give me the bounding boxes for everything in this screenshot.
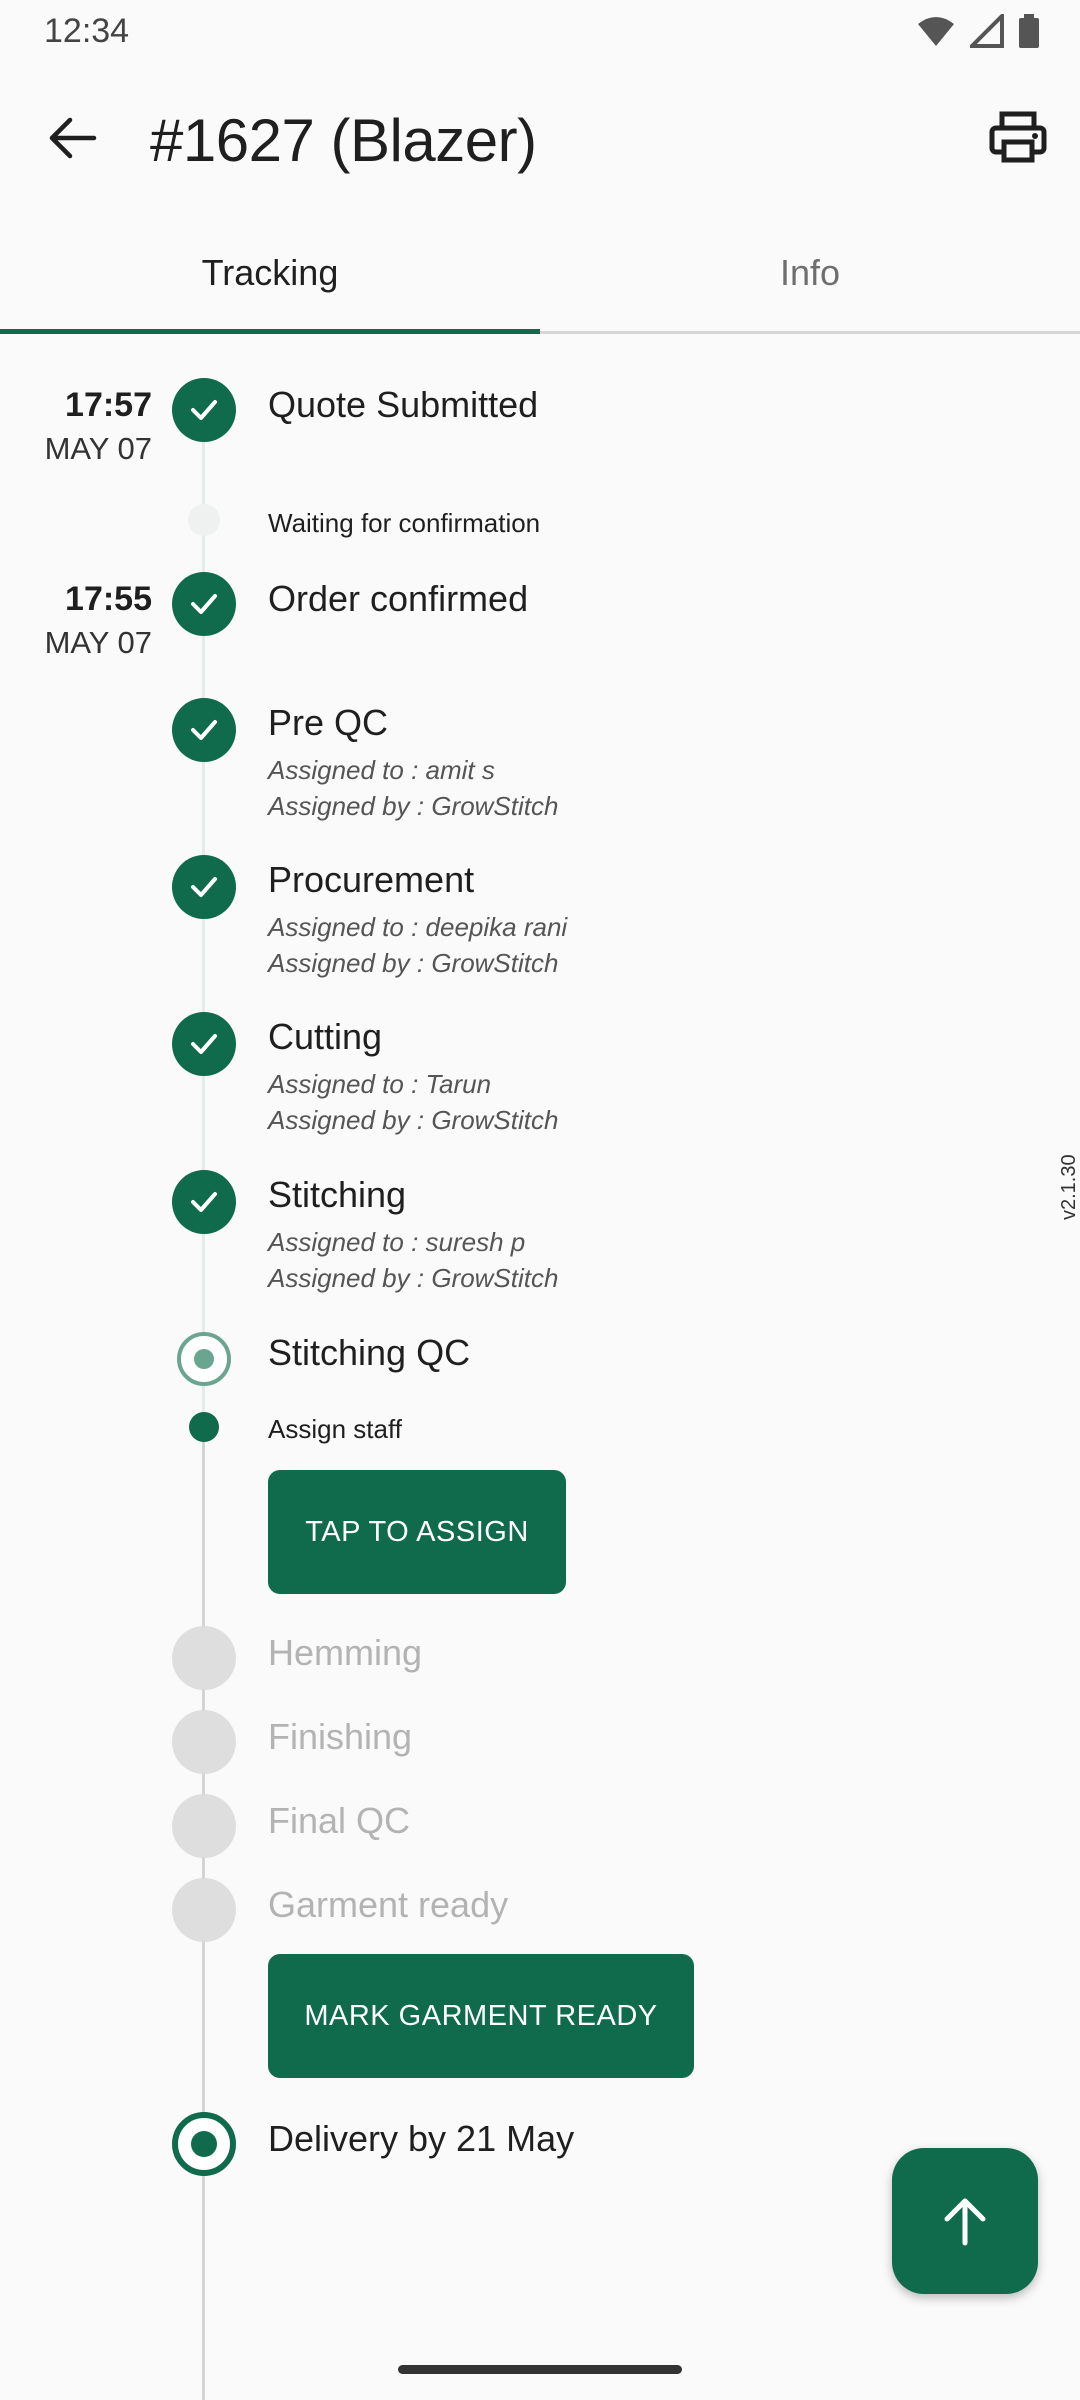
preqc-title: Pre QC bbox=[268, 702, 389, 743]
quote-check-node bbox=[172, 378, 236, 442]
procurement-assigned-by: Assigned by : GrowStitch bbox=[268, 948, 559, 978]
timeline-line-done bbox=[202, 406, 205, 1446]
status-bar: 12:34 bbox=[0, 0, 1080, 62]
garment-ready-title: Garment ready bbox=[268, 1884, 509, 1925]
tab-bar: Tracking Info bbox=[0, 212, 1080, 334]
mark-garment-ready-button[interactable]: MARK GARMENT READY bbox=[268, 1954, 694, 2078]
preqc-assigned-to: Assigned to : amit s bbox=[268, 755, 495, 785]
tab-tracking[interactable]: Tracking bbox=[0, 212, 540, 334]
printer-icon bbox=[989, 111, 1047, 163]
status-time: 12:34 bbox=[44, 12, 130, 50]
battery-icon bbox=[1019, 14, 1039, 48]
procurement-title: Procurement bbox=[268, 859, 475, 900]
finishing-node bbox=[172, 1710, 236, 1774]
confirmed-check-node bbox=[172, 572, 236, 636]
quote-time: 17:57 bbox=[65, 386, 152, 424]
arrow-back-icon bbox=[49, 117, 97, 159]
signal-icon bbox=[970, 14, 1004, 48]
app-bar: #1627 (Blazer) bbox=[0, 62, 1080, 212]
delivery-title: Delivery by 21 May bbox=[268, 2118, 575, 2159]
waiting-label: Waiting for confirmation bbox=[268, 508, 541, 538]
check-icon bbox=[191, 1192, 217, 1212]
hemming-node bbox=[172, 1626, 236, 1690]
status-icons bbox=[916, 14, 1040, 48]
assign-staff-dot bbox=[189, 1412, 219, 1442]
version-label: v2.1.30 bbox=[1058, 1154, 1080, 1220]
delivery-node bbox=[172, 2112, 236, 2176]
cutting-assigned-by: Assigned by : GrowStitch bbox=[268, 1105, 559, 1135]
page-title: #1627 (Blazer) bbox=[150, 107, 537, 174]
confirmed-day: MAY 07 bbox=[44, 625, 152, 660]
tab-info[interactable]: Info bbox=[540, 212, 1080, 334]
preqc-check-node bbox=[172, 698, 236, 762]
garment-ready-node bbox=[172, 1878, 236, 1942]
stitching-assigned-to: Assigned to : suresh p bbox=[268, 1227, 526, 1257]
stitching-assigned-by: Assigned by : GrowStitch bbox=[268, 1263, 559, 1293]
procurement-check-node bbox=[172, 855, 236, 919]
stitching-qc-current-node bbox=[177, 1332, 231, 1386]
confirmed-title: Order confirmed bbox=[268, 578, 529, 619]
cutting-check-node bbox=[172, 1012, 236, 1076]
confirmed-date: 17:55 MAY 07 bbox=[2, 580, 152, 661]
quote-day: MAY 07 bbox=[44, 431, 152, 466]
tap-to-assign-button[interactable]: TAP TO ASSIGN bbox=[268, 1470, 566, 1594]
check-icon bbox=[191, 400, 217, 420]
check-icon bbox=[191, 720, 217, 740]
check-icon bbox=[191, 1034, 217, 1054]
scroll-top-button[interactable] bbox=[892, 2148, 1038, 2294]
final-qc-title: Final QC bbox=[268, 1800, 411, 1841]
tracking-timeline: 17:57 MAY 07 Quote Submitted Waiting for… bbox=[0, 334, 1080, 2400]
cutting-title: Cutting bbox=[268, 1016, 383, 1057]
preqc-assigned-by: Assigned by : GrowStitch bbox=[268, 791, 559, 821]
stitching-qc-title: Stitching QC bbox=[268, 1332, 471, 1373]
home-indicator[interactable] bbox=[398, 2365, 682, 2374]
assign-staff-label: Assign staff bbox=[268, 1414, 402, 1444]
stitching-title: Stitching bbox=[268, 1174, 407, 1215]
procurement-assigned-to: Assigned to : deepika rani bbox=[268, 912, 568, 942]
quote-title: Quote Submitted bbox=[268, 384, 539, 425]
waiting-dot bbox=[188, 504, 220, 536]
hemming-title: Hemming bbox=[268, 1632, 423, 1673]
confirmed-time: 17:55 bbox=[65, 580, 152, 618]
stitching-check-node bbox=[172, 1170, 236, 1234]
check-icon bbox=[191, 877, 217, 897]
check-icon bbox=[191, 594, 217, 614]
back-button[interactable] bbox=[36, 102, 108, 174]
wifi-icon bbox=[918, 17, 954, 46]
final-qc-node bbox=[172, 1794, 236, 1858]
quote-date: 17:57 MAY 07 bbox=[2, 386, 152, 467]
cutting-assigned-to: Assigned to : Tarun bbox=[268, 1069, 492, 1099]
finishing-title: Finishing bbox=[268, 1716, 413, 1757]
arrow-up-icon bbox=[944, 2198, 986, 2246]
print-button[interactable] bbox=[982, 102, 1054, 174]
